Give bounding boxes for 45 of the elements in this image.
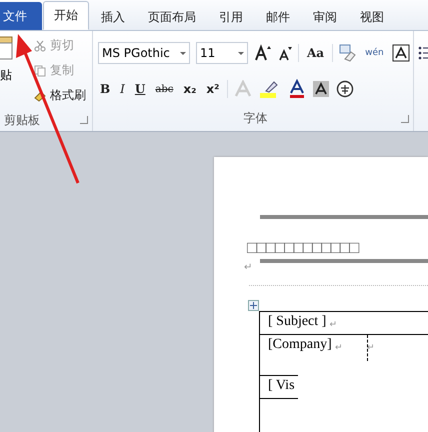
shaded-letter-icon[interactable] xyxy=(312,80,330,98)
ribbon-tab[interactable]: 审阅 xyxy=(302,4,348,30)
ribbon-tab[interactable]: 页面布局 xyxy=(137,4,207,30)
cell-end-mark: ↵ xyxy=(329,319,338,329)
cell-end-mark: ↵ xyxy=(334,342,343,352)
copy-icon xyxy=(34,64,46,76)
format-button[interactable]: I xyxy=(118,82,127,96)
ribbon-tab[interactable]: 邮件 xyxy=(255,4,301,30)
font-size-field[interactable]: 11 xyxy=(196,42,248,64)
change-case-button[interactable]: Aa xyxy=(305,46,326,60)
grow-font-icon[interactable] xyxy=(254,44,272,62)
format-button[interactable]: B xyxy=(98,82,112,96)
ribbon-tab[interactable]: 引用 xyxy=(208,4,254,30)
table-cell: [ Vis xyxy=(268,378,295,394)
ribbon-tab[interactable]: 文件 xyxy=(0,2,42,30)
circled-letter-icon[interactable] xyxy=(336,80,354,98)
title-placeholder-field[interactable]: □□□□□□□□□□□□ xyxy=(247,239,428,257)
eraser-icon[interactable] xyxy=(339,44,358,62)
format-button[interactable]: abc xyxy=(153,84,176,94)
clipboard-button[interactable]: 格式刷 xyxy=(34,85,86,106)
cell-end-mark: ↵ xyxy=(366,342,375,352)
shrink-font-icon[interactable] xyxy=(278,44,292,62)
dropdown-caret-icon xyxy=(180,52,186,54)
launcher-icon[interactable] xyxy=(80,116,88,124)
format-button[interactable]: U xyxy=(132,82,148,96)
dropdown-caret-icon xyxy=(238,52,244,54)
launcher-icon[interactable] xyxy=(401,115,409,123)
ribbon-tab[interactable]: 插入 xyxy=(90,4,136,30)
table-move-handle-icon[interactable] xyxy=(248,300,259,311)
ribbon-tab[interactable]: 视图 xyxy=(349,4,395,30)
paragraph-mark: ↵ xyxy=(244,263,253,273)
font-name-field[interactable]: MS PGothic xyxy=(98,42,190,64)
group-label: 剪贴板 xyxy=(4,112,40,128)
group-label: 字体 xyxy=(244,110,268,126)
font-color-icon[interactable] xyxy=(288,79,306,99)
table-cell: [Company] xyxy=(268,337,332,353)
table-cell: [ Subject ] xyxy=(268,314,326,330)
ribbon-tab[interactable]: 开始 xyxy=(43,1,89,30)
format-button[interactable]: x₂ xyxy=(181,82,198,96)
paste-button[interactable]: 贴 xyxy=(0,35,14,109)
boxed-letter-icon[interactable] xyxy=(392,44,410,62)
bullet-list-icon[interactable] xyxy=(418,45,428,61)
format-button[interactable]: x² xyxy=(204,82,222,96)
scissors-icon xyxy=(34,40,46,52)
phonetic-guide-button[interactable]: wén xyxy=(363,48,386,58)
